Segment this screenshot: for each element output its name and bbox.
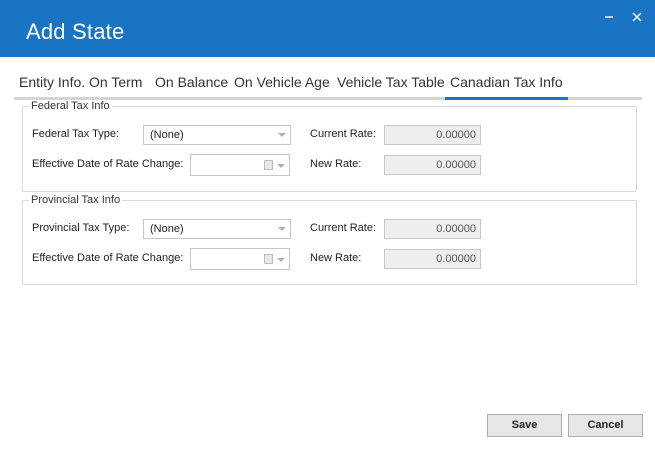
chevron-down-icon — [278, 227, 286, 231]
tab-on-balance[interactable]: On Balance — [150, 74, 233, 97]
title-bar: Add State — [0, 0, 655, 57]
window-title: Add State — [26, 19, 125, 44]
close-icon[interactable] — [626, 6, 648, 28]
tab-canadian-tax-info[interactable]: Canadian Tax Info — [445, 74, 568, 100]
federal-current-rate-field[interactable]: 0.00000 — [384, 125, 481, 145]
minimize-icon[interactable] — [598, 6, 620, 28]
provincial-effective-date-picker[interactable] — [190, 248, 290, 270]
provincial-tax-info-group: Provincial Tax Info Provincial Tax Type:… — [22, 194, 637, 285]
federal-new-rate-field[interactable]: 0.00000 — [384, 155, 481, 175]
chevron-down-icon[interactable] — [277, 258, 285, 262]
provincial-current-rate-label: Current Rate: — [310, 222, 377, 234]
cancel-button[interactable]: Cancel — [568, 414, 643, 437]
federal-tax-type-value: (None) — [150, 129, 184, 141]
tab-on-term[interactable]: On Term — [84, 74, 147, 97]
federal-tax-info-legend: Federal Tax Info — [29, 100, 112, 112]
save-button[interactable]: Save — [487, 414, 562, 437]
chevron-down-icon[interactable] — [277, 164, 285, 168]
chevron-down-icon — [278, 133, 286, 137]
federal-tax-type-select[interactable]: (None) — [143, 125, 291, 145]
tab-strip: Entity Info. On Term On Balance On Vehic… — [14, 70, 642, 100]
federal-tax-type-label: Federal Tax Type: — [32, 128, 120, 140]
federal-effective-date-picker[interactable] — [190, 154, 290, 176]
provincial-new-rate-field[interactable]: 0.00000 — [384, 249, 481, 269]
provincial-tax-type-value: (None) — [150, 223, 184, 235]
tab-entity-info[interactable]: Entity Info. — [14, 74, 90, 97]
provincial-tax-type-label: Provincial Tax Type: — [32, 222, 130, 234]
calendar-icon[interactable] — [264, 254, 273, 264]
tab-vehicle-tax-table[interactable]: Vehicle Tax Table — [332, 74, 450, 97]
provincial-effective-date-label: Effective Date of Rate Change: — [32, 252, 184, 264]
federal-effective-date-label: Effective Date of Rate Change: — [32, 158, 184, 170]
federal-tax-info-group: Federal Tax Info Federal Tax Type: (None… — [22, 100, 637, 192]
federal-current-rate-label: Current Rate: — [310, 128, 377, 140]
provincial-new-rate-label: New Rate: — [310, 252, 362, 264]
provincial-tax-info-legend: Provincial Tax Info — [29, 194, 123, 206]
tab-on-vehicle-age[interactable]: On Vehicle Age — [229, 74, 335, 97]
calendar-icon[interactable] — [264, 160, 273, 170]
federal-new-rate-label: New Rate: — [310, 158, 362, 170]
provincial-tax-type-select[interactable]: (None) — [143, 219, 291, 239]
provincial-current-rate-field[interactable]: 0.00000 — [384, 219, 481, 239]
